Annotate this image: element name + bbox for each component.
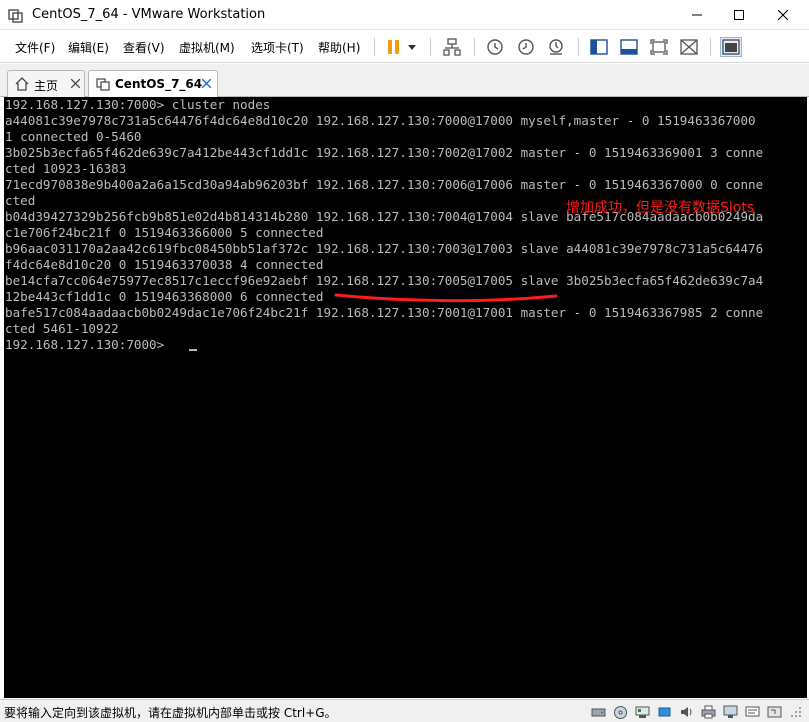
pause-icon (388, 40, 416, 54)
send-ctrl-alt-del-button[interactable] (441, 37, 463, 57)
resize-grip-icon (791, 707, 801, 717)
toolbar-separator (474, 38, 475, 56)
console-line: cted 10923-16383 (5, 161, 127, 176)
title-bar: CentOS_7_64 - VMware Workstation (0, 0, 809, 30)
show-thumbnail-bar-button[interactable] (618, 37, 640, 57)
tab-home[interactable]: 主页 (7, 70, 85, 97)
menu-view[interactable]: 查看(V) (123, 39, 165, 56)
take-snapshot-button[interactable] (484, 37, 506, 57)
console-line: b96aac031170a2aa42c619fbc08450bb51af372c… (5, 241, 764, 256)
thumbnail-bar-icon (620, 39, 638, 55)
display-icon (723, 705, 737, 718)
display-status-icon[interactable] (722, 704, 738, 720)
printer-icon (701, 705, 715, 719)
console-line: 192.168.127.130:7000> cluster nodes (5, 97, 271, 112)
hard-disk-icon (591, 708, 605, 716)
hard-disk-status-icon[interactable] (590, 704, 606, 720)
text-cursor (189, 349, 197, 351)
vm-icon (96, 78, 110, 91)
monitor-icon (745, 706, 759, 717)
close-icon (777, 10, 788, 20)
toolbar-separator (710, 38, 711, 56)
network-adapter-icon (635, 706, 649, 718)
tab-home-label: 主页 (34, 79, 59, 93)
console-view-icon (722, 39, 740, 55)
show-library-button[interactable] (588, 37, 610, 57)
menu-vm[interactable]: 虚拟机(M) (179, 39, 235, 56)
pause-vm-button[interactable] (384, 37, 420, 57)
resize-icon (767, 706, 781, 718)
toolbar-separator (430, 38, 431, 56)
fit-window-status-icon[interactable] (766, 704, 782, 720)
resize-grip[interactable] (788, 704, 804, 720)
maximize-icon (733, 10, 744, 20)
toolbar-separator (374, 38, 375, 56)
console-line: 71ecd970838e9b400a2a6a15cd30a94ab96203bf… (5, 177, 764, 192)
speaker-icon (680, 707, 691, 717)
sound-status-icon[interactable] (678, 704, 694, 720)
console-line: be14cfa7cc064e75977ec8517c1eccf96e92aebf… (5, 273, 764, 288)
console-line: 192.168.127.130:7000> (5, 337, 172, 352)
toolbar-separator (578, 38, 579, 56)
console-line: 1 connected 0-5460 (5, 129, 142, 144)
snapshot-manager-button[interactable] (545, 37, 567, 57)
menu-edit[interactable]: 编辑(E) (68, 39, 109, 56)
window-title: CentOS_7_64 - VMware Workstation (32, 7, 266, 22)
sidebar-icon (590, 39, 608, 55)
console-output: 192.168.127.130:7000> cluster nodes a4408… (5, 97, 806, 353)
cd-icon (613, 705, 627, 719)
console-line: bafe517c084aadaacb0b0249dac1e706f24bc21f… (5, 305, 764, 320)
minimize-icon (691, 14, 702, 16)
minimize-button[interactable] (674, 0, 719, 30)
tab-centos-label: CentOS_7_64 (115, 77, 203, 91)
clock-icon (487, 39, 503, 55)
console-line: f4dc64e8d10c20 0 1519463370038 4 connect… (5, 257, 324, 272)
console-line: c1e706f24bc21f 0 1519463366000 5 connect… (5, 225, 324, 240)
status-message: 要将输入定向到该虚拟机，请在虚拟机内部单击或按 Ctrl+G。 (4, 706, 337, 720)
tab-bar: 主页 CentOS_7_64 (0, 64, 809, 98)
menu-help[interactable]: 帮助(H) (318, 39, 360, 56)
menu-file[interactable]: 文件(F) (15, 39, 55, 56)
menu-tabs[interactable]: 选项卡(T) (251, 39, 304, 56)
status-bar: 要将输入定向到该虚拟机，请在虚拟机内部单击或按 Ctrl+G。 (0, 699, 809, 722)
network-icon (443, 38, 461, 56)
close-icon (201, 78, 211, 88)
full-screen-icon (650, 39, 668, 55)
maximize-button[interactable] (716, 0, 761, 30)
tab-centos-vm[interactable]: CentOS_7_64 (88, 70, 218, 98)
menu-toolbar: 文件(F) 编辑(E) 查看(V) 虚拟机(M) 选项卡(T) 帮助(H) (0, 31, 809, 63)
full-screen-button[interactable] (648, 37, 670, 57)
revert-snapshot-button[interactable] (515, 37, 537, 57)
tab-home-close-button[interactable] (68, 76, 82, 90)
console-line: 3b025b3ecfa65f462de639c7a412be443cf1dd1c… (5, 145, 764, 160)
network-adapter-status-icon[interactable] (634, 704, 650, 720)
home-icon (15, 77, 29, 91)
cd-dvd-status-icon[interactable] (612, 704, 628, 720)
console-line: cted 5461-10922 (5, 321, 119, 336)
annotation-underline (334, 293, 558, 303)
messages-status-icon[interactable] (744, 704, 760, 720)
console-view-button[interactable] (720, 37, 742, 57)
console-line: a44081c39e7978c731a5c64476f4dc64e8d10c20… (5, 113, 756, 128)
unity-button[interactable] (678, 37, 700, 57)
vm-console[interactable]: 192.168.127.130:7000> cluster nodes a4408… (4, 97, 807, 698)
annotation-text: 增加成功，但是没有数据Slots (566, 200, 755, 216)
unity-icon (680, 39, 698, 55)
vmware-app-icon (8, 9, 23, 23)
clock-manage-icon (549, 39, 563, 55)
close-window-button[interactable] (760, 0, 805, 30)
printer-status-icon[interactable] (700, 704, 716, 720)
tab-centos-close-button[interactable] (199, 76, 213, 90)
usb-icon (658, 707, 670, 717)
clock-back-icon (518, 39, 534, 55)
usb-status-icon[interactable] (656, 704, 672, 720)
close-icon (70, 78, 80, 88)
